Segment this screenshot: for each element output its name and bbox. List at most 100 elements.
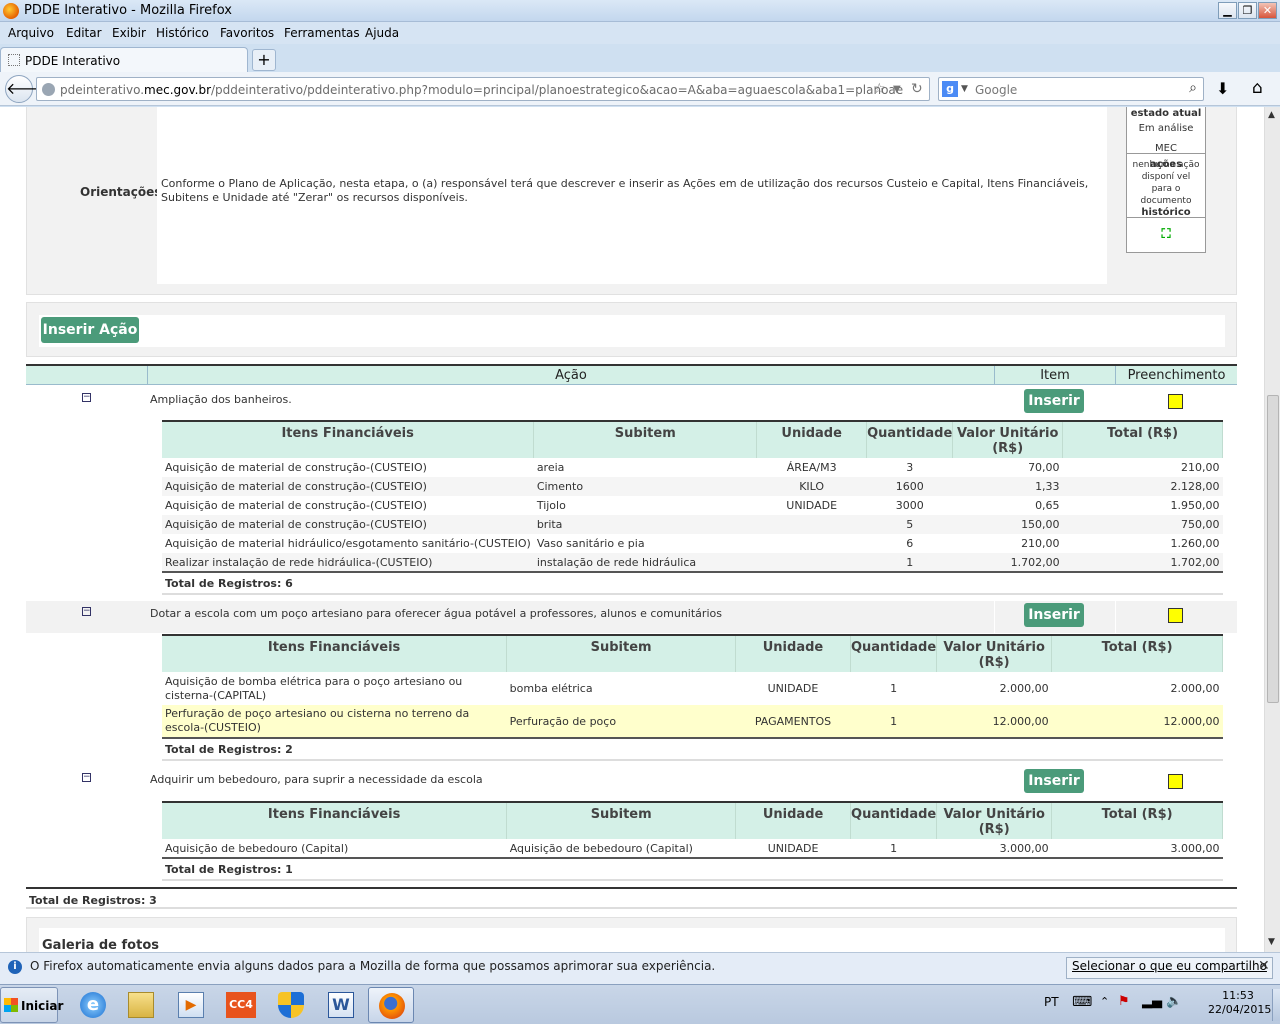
table-cell: Realizar instalação de rede hidráulica-(… [162,553,534,572]
tab-pdde[interactable]: PDDE Interativo [0,47,248,73]
keyboard-icon[interactable]: ⌨ [1072,994,1092,1010]
column-header: Valor Unitário (R$) [936,634,1053,672]
collapse-icon[interactable]: − [82,607,91,616]
collapse-icon[interactable]: − [82,773,91,782]
workflow-box: estado atual Em análise MEC ações nenhum… [1126,107,1206,253]
table-row: Perfuração de poço artesiano ou cisterna… [162,705,1223,738]
title-bar: PDDE Interativo - Mozilla Firefox ▁ ❐ ✕ [0,0,1280,22]
url-dropdown-icon[interactable]: ▼ [893,84,901,95]
show-desktop-button[interactable] [1272,989,1280,1021]
taskbar-file-explorer[interactable] [118,987,164,1023]
home-icon[interactable]: ⌂ [1252,78,1263,98]
gallery-panel: Galeria de fotos [26,917,1237,952]
taskbar-internet-explorer[interactable]: e [70,987,116,1023]
insert-item-button[interactable]: Inserir [1024,603,1084,627]
menu-ajuda[interactable]: Ajuda [365,26,399,40]
clock-date: 22/04/2015 [1208,1003,1272,1016]
insert-action-button[interactable]: Inserir Ação [41,317,139,343]
table-cell: 3000 [895,499,924,512]
back-button[interactable]: 🡐 [5,75,49,103]
taskbar-media-player[interactable]: ▶ [168,987,214,1023]
taskbar-cc4[interactable]: CC4 [218,987,264,1023]
restore-button[interactable]: ❐ [1238,2,1257,19]
table-total-row: Total de Registros: 1 [162,857,1223,881]
table-cell: 210,00 [1021,537,1060,550]
close-button[interactable]: ✕ [1258,2,1277,19]
column-header: Quantidade [850,801,938,839]
table-cell [756,515,867,534]
close-notification-icon[interactable]: ✕ [1258,958,1270,974]
network-icon[interactable]: ▂▄ [1142,994,1162,1009]
table-header-row: Itens Financiáveis Subitem Unidade Quantida… [162,634,1223,672]
menu-favoritos[interactable]: Favoritos [220,26,274,40]
insert-item-button[interactable]: Inserir [1024,389,1084,413]
table-cell: Vaso sanitário e pia [536,537,645,550]
actions-table-header: Ação Item Preenchimento [26,364,1237,385]
table-cell: 1 [890,682,898,695]
bookmark-star-icon[interactable]: ☆ [873,81,886,97]
table-cell: 12.000,00 [936,705,1052,738]
scroll-up-icon[interactable]: ▲ [1268,110,1275,120]
table-cell: 6 [906,537,914,550]
collapse-icon[interactable]: − [82,393,91,402]
url-text[interactable]: pdeinterativo.mec.gov.br/pddeinterativo/… [60,83,903,97]
taskbar-security[interactable] [268,987,314,1023]
start-button[interactable]: Iniciar [0,987,63,1023]
insert-item-button[interactable]: Inserir [1024,769,1084,793]
menu-editar[interactable]: Editar [66,26,102,40]
google-engine-icon[interactable]: g [942,81,958,97]
new-tab-button[interactable]: + [252,49,276,71]
action-center-icon[interactable]: ⚑ [1118,994,1130,1009]
column-header: Total (R$) [1051,801,1223,839]
choose-share-button[interactable]: Selecionar o que eu compartilho [1066,957,1273,979]
column-header: Unidade [735,634,851,672]
taskbar-firefox[interactable] [368,987,414,1023]
column-header: Itens Financiáveis [162,801,508,839]
table-cell: Cimento [533,477,757,496]
header-blank [26,366,147,385]
menu-exibir[interactable]: Exibir [112,26,146,40]
table-cell: Aquisição de bebedouro (Capital) [509,841,693,855]
table-total: Total de Registros: 2 [162,737,1223,761]
table-cell: Aquisição de bomba elétrica para o poço … [165,674,463,702]
table-total-row: Total de Registros: 6 [162,571,1223,595]
url-bar[interactable]: pdeinterativo.mec.gov.br/pddeinterativo/… [36,77,930,101]
table-row: Aquisição de material de construção-(CUS… [162,515,1223,534]
engine-dropdown-icon[interactable]: ▼ [961,84,968,94]
table-row: Aquisição de bomba elétrica para o poço … [162,672,1223,705]
search-placeholder: Google [975,83,1018,97]
workflow-state-header: estado atual [1130,108,1202,119]
menu-arquivo[interactable]: Arquivo [8,26,54,40]
taskbar-word[interactable]: W [318,987,364,1023]
table-cell [757,534,867,553]
volume-icon[interactable]: 🔈 [1166,994,1182,1009]
table-cell: 750,00 [1062,515,1223,534]
menu-ferramentas[interactable]: Ferramentas [284,26,360,40]
history-tree-icon[interactable]: ⛶ [1161,227,1170,242]
folder-icon [128,992,154,1018]
scroll-down-icon[interactable]: ▼ [1268,937,1275,947]
clock[interactable]: 11:53 22/04/2015 [1208,989,1272,1017]
column-header: Unidade [735,801,852,839]
table-total: Total de Registros: 6 [162,571,1223,595]
table-cell: Aquisição de material de construção-(CUS… [165,461,427,474]
financial-items-table: Itens Financiáveis Subitem Unidade Quantida… [162,420,1223,595]
menu-historico[interactable]: Histórico [156,26,209,40]
search-icon[interactable]: ⌕ [1189,80,1197,96]
tray-expand-icon[interactable]: ⌃ [1100,995,1109,1008]
language-indicator[interactable]: PT [1044,995,1059,1009]
table-cell: 70,00 [1028,461,1060,474]
table-row: Aquisição de material de construção-(CUS… [162,496,1223,515]
search-box[interactable]: g ▼ Google ⌕ [938,77,1204,101]
reload-icon[interactable]: ↻ [911,81,923,97]
table-cell: KILO [756,477,867,496]
table-total: Total de Registros: 1 [162,857,1223,881]
table-cell: 1 [866,553,953,572]
windows-logo-icon [4,998,18,1012]
action-row: − Ampliação dos banheiros. Inserir [26,387,1237,419]
vertical-scrollbar[interactable]: ▲ ▼ [1264,107,1280,952]
scroll-thumb[interactable] [1267,395,1279,703]
tab-bar: PDDE Interativo + [0,44,1280,73]
minimize-button[interactable]: ▁ [1218,2,1237,19]
download-icon[interactable]: ⬇ [1216,79,1229,98]
